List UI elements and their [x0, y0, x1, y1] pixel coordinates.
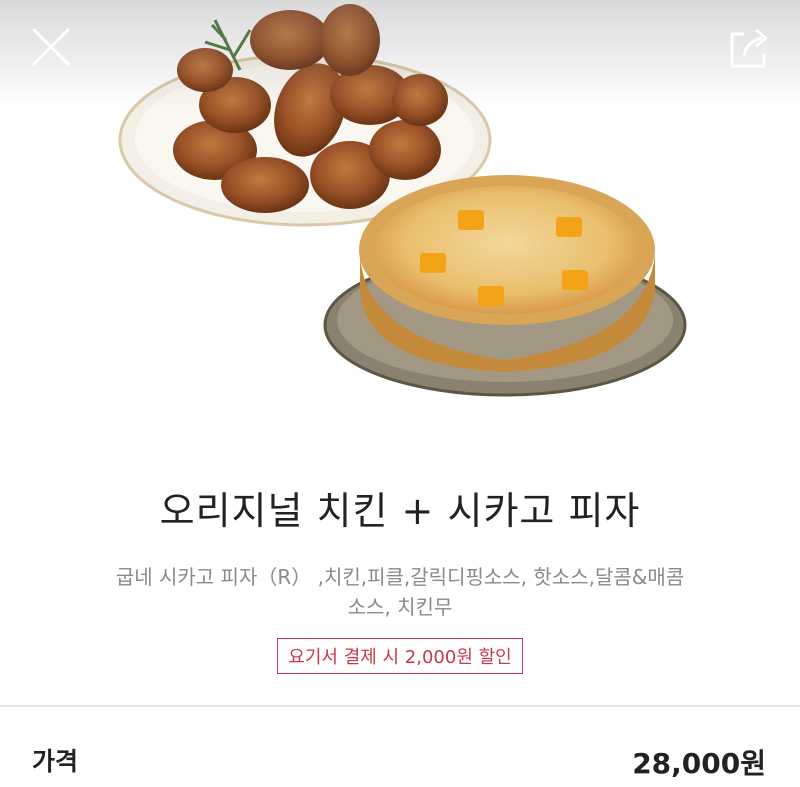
discount-badge: 요기서 결제 시 2,000원 할인: [277, 638, 523, 674]
discount-badge-row: 요기서 결제 시 2,000원 할인: [0, 638, 800, 674]
description-line-1: 굽네 시카고 피자（R） ,치킨,피클,갈릭디핑소스, 핫소스,달콤&매콤: [115, 565, 685, 589]
close-x-icon: [32, 28, 70, 66]
price-value: 28,000원: [632, 747, 766, 780]
close-button[interactable]: [26, 22, 76, 72]
price-label: 가격: [32, 747, 79, 776]
chicken-pizza-photo: [118, 4, 687, 397]
product-hero-image: [0, 0, 800, 440]
product-title: 오리지널 치킨 + 시카고 피자: [159, 489, 641, 533]
section-divider: [0, 705, 800, 707]
share-icon: [730, 28, 768, 68]
product-description: 굽네 시카고 피자（R） ,치킨,피클,갈릭디핑소스, 핫소스,달콤&매콤 소스…: [40, 562, 760, 622]
share-button[interactable]: [722, 22, 774, 72]
description-line-2: 소스, 치킨무: [347, 595, 453, 619]
